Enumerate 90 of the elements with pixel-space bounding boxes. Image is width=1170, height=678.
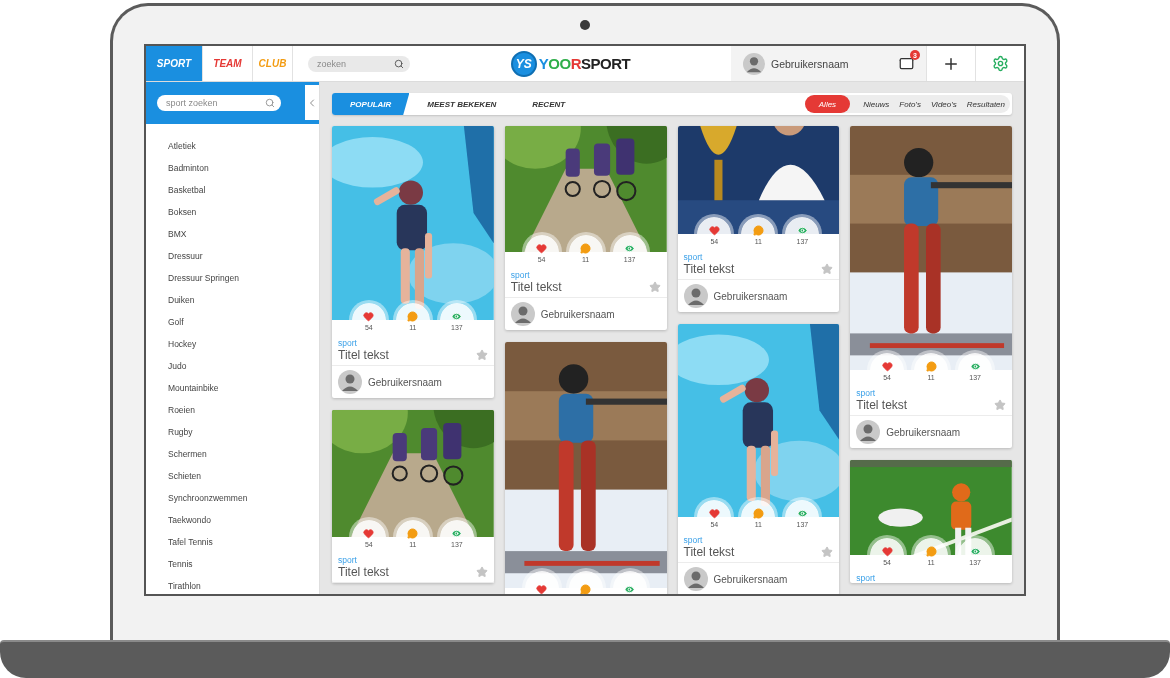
sport-item[interactable]: Taekwondo: [146, 509, 319, 531]
card-title: Titel tekst: [510, 280, 562, 294]
search-field[interactable]: zoeken: [308, 55, 410, 72]
speech-bubble-icon: [925, 361, 937, 372]
logo[interactable]: YS YOORSPORT: [410, 46, 731, 81]
heart-icon: [363, 311, 375, 322]
eye-icon: [796, 508, 808, 519]
star-icon[interactable]: [648, 281, 661, 293]
eye-icon: [796, 225, 808, 236]
heart-icon: [536, 243, 548, 254]
settings-icon: [991, 55, 1009, 72]
eye-icon: [624, 243, 636, 254]
sport-item[interactable]: Boksen: [146, 201, 319, 223]
username: Gebruikersnaam: [771, 57, 849, 70]
star-icon[interactable]: [821, 546, 834, 558]
heart-icon: [708, 225, 720, 236]
feed-tab[interactable]: MEEST BEKEKEN: [409, 93, 515, 115]
sport-item[interactable]: Badminton: [146, 157, 319, 179]
camera-icon: [580, 20, 590, 30]
sport-item[interactable]: Schieten: [146, 465, 319, 487]
eye-icon: [969, 361, 981, 372]
speech-bubble-icon: [580, 583, 592, 594]
speech-bubble-icon: [407, 528, 419, 539]
heart-icon: [536, 583, 548, 594]
eye-icon: [969, 546, 981, 557]
card-category: sport: [682, 252, 704, 262]
card-category: sport: [682, 535, 704, 545]
type-button[interactable]: Video's: [925, 95, 962, 113]
sport-item[interactable]: Dressuur Springen: [146, 267, 319, 289]
card-username: Gebruikersnaam: [713, 573, 788, 585]
sport-search-field[interactable]: sport zoeken: [157, 95, 281, 111]
card-username: Gebruikersnaam: [540, 308, 615, 320]
speech-bubble-icon: [407, 311, 419, 322]
heart-icon: [708, 508, 720, 519]
card-username: Gebruikersnaam: [886, 426, 961, 438]
sport-item[interactable]: Roeien: [146, 399, 319, 421]
sport-item[interactable]: Judo: [146, 355, 319, 377]
collapse-button[interactable]: [305, 85, 319, 120]
star-icon[interactable]: [475, 349, 488, 361]
card-username: Gebruikersnaam: [713, 290, 788, 302]
type-button[interactable]: Nieuws: [858, 95, 895, 113]
card-username: Gebruikersnaam: [368, 376, 442, 388]
card-title: Titel tekst: [683, 545, 735, 559]
user-avatar: [510, 302, 535, 326]
sport-item[interactable]: Tirathlon: [146, 575, 319, 594]
type-button[interactable]: Alles: [804, 95, 851, 113]
sport-item[interactable]: Tafel Tennis: [146, 531, 319, 553]
sport-item[interactable]: Duiken: [146, 289, 319, 311]
card-title: Titel tekst: [338, 565, 389, 579]
eye-icon: [451, 528, 463, 539]
sport-item[interactable]: Tennis: [146, 553, 319, 575]
type-button[interactable]: Resultaten: [961, 95, 1010, 113]
card-category: sport: [337, 338, 358, 348]
card-category: sport: [855, 388, 877, 398]
card-title: Titel tekst: [856, 398, 908, 412]
speech-bubble-icon: [925, 546, 937, 557]
heart-icon: [363, 528, 375, 539]
search-icon: [394, 58, 404, 69]
sport-item[interactable]: Rugby: [146, 421, 319, 443]
sport-item[interactable]: Hockey: [146, 333, 319, 355]
user-avatar: [683, 284, 708, 308]
user-avatar: [338, 370, 362, 394]
feed-tab[interactable]: RECENT: [514, 93, 584, 115]
card-category: sport: [337, 555, 358, 565]
sport-item[interactable]: Atletiek: [146, 135, 319, 157]
sport-item[interactable]: Mountainbike: [146, 377, 319, 399]
card-category: sport: [855, 573, 877, 583]
card-category: sport: [509, 270, 531, 280]
user-avatar: [856, 420, 881, 444]
sport-item[interactable]: Synchroonzwemmen: [146, 487, 319, 509]
star-icon[interactable]: [821, 263, 834, 275]
heart-icon: [881, 361, 893, 372]
speech-bubble-icon: [580, 243, 592, 254]
speech-bubble-icon: [752, 508, 764, 519]
star-icon[interactable]: [475, 566, 488, 578]
user-avatar: [683, 567, 708, 591]
user-avatar: [743, 52, 765, 75]
card-title: Titel tekst: [683, 262, 735, 276]
type-button[interactable]: Foto's: [894, 95, 926, 113]
sport-item[interactable]: Golf: [146, 311, 319, 333]
card-title: Titel tekst: [338, 348, 389, 362]
search-icon: [265, 98, 275, 108]
speech-bubble-icon: [752, 225, 764, 236]
heart-icon: [881, 546, 893, 557]
star-icon[interactable]: [994, 399, 1006, 411]
sport-item[interactable]: BMX: [146, 223, 319, 245]
sport-item[interactable]: Schermen: [146, 443, 319, 465]
eye-icon: [451, 311, 463, 322]
sport-item[interactable]: Dressuur: [146, 245, 319, 267]
sport-item[interactable]: Basketbal: [146, 179, 319, 201]
